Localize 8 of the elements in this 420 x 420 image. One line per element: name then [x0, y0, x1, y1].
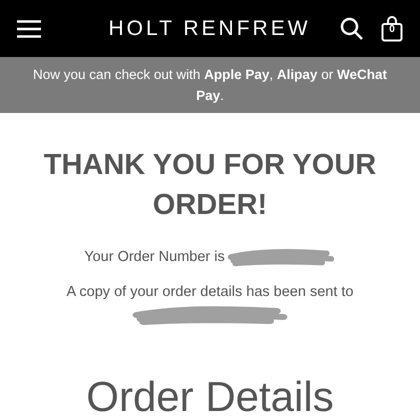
section-heading: Order Details [86, 372, 334, 420]
email-notice: A copy of your order details has been sent to [66, 283, 354, 302]
menu-icon[interactable] [17, 20, 41, 38]
promo-text: Now you can check out with Apple Pay, Alipay or WeChat Pay. [32, 66, 388, 105]
thank-you-heading: THANK YOU FOR YOUR ORDER! [42, 148, 378, 223]
search-icon[interactable] [340, 16, 364, 40]
brand-logo[interactable]: HOLT RENFREW [108, 12, 311, 44]
order-number-label: Your Order Number is [84, 248, 225, 268]
